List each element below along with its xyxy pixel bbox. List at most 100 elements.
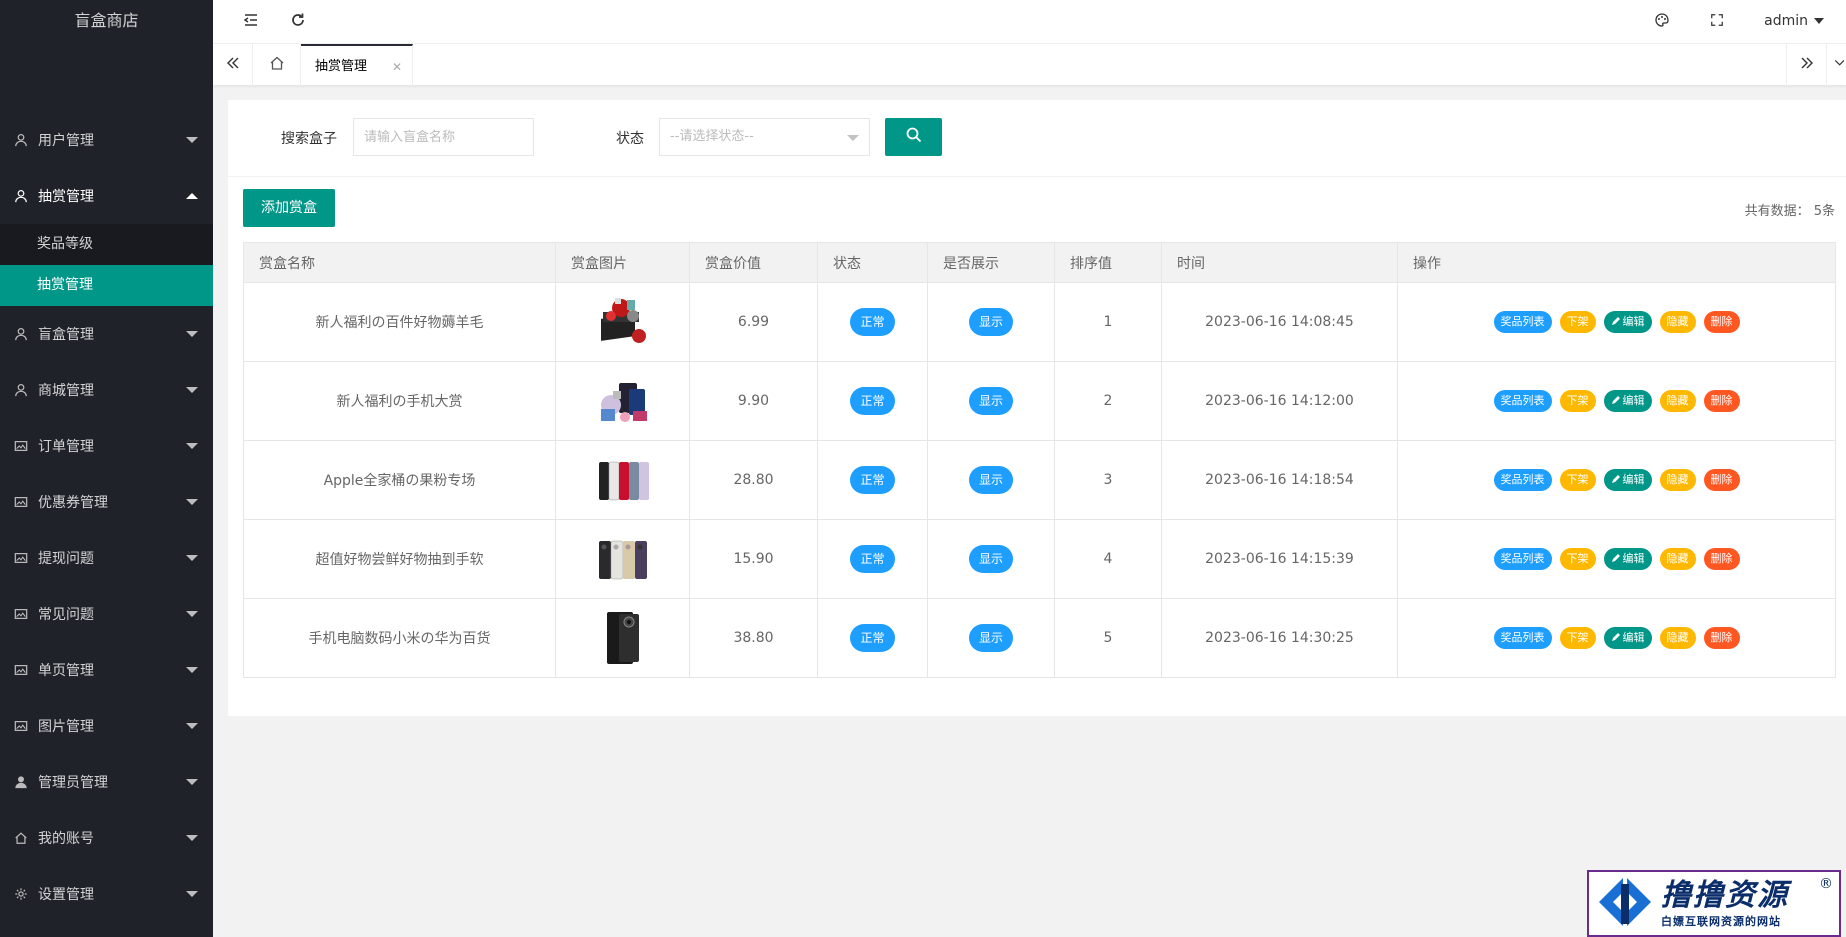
column-header[interactable]: 状态	[817, 242, 928, 283]
column-header[interactable]: 赏盒图片	[555, 242, 690, 283]
show-badge[interactable]: 显示	[968, 545, 1013, 573]
search-box-input[interactable]	[353, 118, 534, 156]
column-header[interactable]: 赏盒价值	[689, 242, 818, 283]
pencil-icon	[1611, 633, 1620, 641]
column-header[interactable]: 操作	[1397, 242, 1836, 283]
offline-button[interactable]: 下架	[1559, 390, 1596, 412]
watermark-emblem-icon	[1595, 874, 1655, 934]
edit-button[interactable]: 编辑	[1603, 627, 1652, 649]
tabs-menu-button[interactable]	[1826, 44, 1846, 86]
sidebar-item-coupons[interactable]: 优惠券管理	[0, 474, 213, 530]
show-badge[interactable]: 显示	[968, 387, 1013, 415]
user-menu[interactable]: admin	[1764, 0, 1824, 44]
show-badge[interactable]: 显示	[968, 308, 1013, 336]
fullscreen-button[interactable]	[1695, 0, 1739, 44]
tabs-scroll-right-button[interactable]	[1786, 44, 1826, 86]
delete-button[interactable]: 删除	[1703, 548, 1740, 570]
user-icon	[13, 132, 29, 148]
sidebar-item-images[interactable]: 图片管理	[0, 698, 213, 754]
column-header[interactable]: 是否展示	[927, 242, 1055, 283]
menu-toggle-button[interactable]	[229, 0, 273, 44]
sidebar-item-admins[interactable]: 管理员管理	[0, 754, 213, 810]
refresh-button[interactable]	[276, 0, 320, 44]
iphones-dark-thumbnail[interactable]	[593, 529, 653, 589]
user-icon	[13, 188, 29, 204]
status-badge[interactable]: 正常	[850, 545, 895, 573]
sidebar-item-orders[interactable]: 订单管理	[0, 418, 213, 474]
prize-list-button[interactable]: 奖品列表	[1493, 390, 1552, 412]
table-row: 手机电脑数码小米の华为百货 38.80 正常 显示 5 2023-06-16 1…	[243, 598, 1836, 678]
delete-button[interactable]: 删除	[1703, 469, 1740, 491]
status-badge[interactable]: 正常	[850, 387, 895, 415]
offline-button[interactable]: 下架	[1559, 627, 1596, 649]
prize-list-button[interactable]: 奖品列表	[1493, 311, 1552, 333]
edit-button[interactable]: 编辑	[1603, 390, 1652, 412]
hide-button[interactable]: 隐藏	[1659, 311, 1696, 333]
delete-button[interactable]: 删除	[1703, 311, 1740, 333]
indent-icon	[243, 12, 259, 32]
add-box-button[interactable]: 添加赏盒	[243, 189, 335, 227]
user-name: admin	[1764, 13, 1808, 29]
show-badge[interactable]: 显示	[968, 466, 1013, 494]
delete-button[interactable]: 删除	[1703, 390, 1740, 412]
person-icon	[13, 774, 29, 790]
app-logo[interactable]: 盲盒商店	[0, 0, 213, 42]
fold-phone-thumbnail[interactable]	[593, 608, 653, 668]
column-header[interactable]: 赏盒名称	[243, 242, 556, 283]
edit-button[interactable]: 编辑	[1603, 469, 1652, 491]
hide-button[interactable]: 隐藏	[1659, 390, 1696, 412]
box-price: 6.99	[689, 282, 818, 362]
prize-list-button[interactable]: 奖品列表	[1493, 548, 1552, 570]
status-badge[interactable]: 正常	[850, 624, 895, 652]
sidebar-item-users[interactable]: 用户管理	[0, 112, 213, 168]
offline-button[interactable]: 下架	[1559, 469, 1596, 491]
hide-button[interactable]: 隐藏	[1659, 469, 1696, 491]
edit-button[interactable]: 编辑	[1603, 311, 1652, 333]
sidebar-item-lottery[interactable]: 抽赏管理	[0, 168, 213, 224]
user-icon	[13, 326, 29, 342]
tab-lottery-manage[interactable]: 抽赏管理 ✕	[301, 44, 413, 86]
sidebar-item-label: 抽赏管理	[38, 189, 94, 205]
edit-label: 编辑	[1622, 394, 1645, 407]
gadgets-thumbnail[interactable]	[593, 371, 653, 431]
tabs-scroll-left-button[interactable]	[213, 44, 253, 86]
sidebar-item-label: 单页管理	[38, 663, 94, 679]
sidebar-item-pages[interactable]: 单页管理	[0, 642, 213, 698]
sidebar-item-blindbox[interactable]: 盲盒管理	[0, 306, 213, 362]
theme-button[interactable]	[1640, 0, 1684, 44]
image-icon	[13, 550, 29, 566]
sidebar-item-faq[interactable]: 常见问题	[0, 586, 213, 642]
home-tab-button[interactable]	[253, 44, 301, 86]
hide-button[interactable]: 隐藏	[1659, 627, 1696, 649]
sidebar-item-withdraw[interactable]: 提现问题	[0, 530, 213, 586]
image-icon	[13, 662, 29, 678]
close-icon[interactable]: ✕	[392, 46, 402, 88]
prize-list-button[interactable]: 奖品列表	[1493, 627, 1552, 649]
sidebar-item-settings[interactable]: 设置管理	[0, 866, 213, 922]
sidebar-item-mall[interactable]: 商城管理	[0, 362, 213, 418]
sort-value: 3	[1054, 440, 1162, 520]
pencil-icon	[1611, 317, 1620, 325]
sidebar-subitem-prize-level[interactable]: 奖品等级	[0, 224, 213, 265]
delete-button[interactable]: 删除	[1703, 627, 1740, 649]
sidebar-subitem-lottery-manage[interactable]: 抽赏管理	[0, 265, 213, 306]
status-badge[interactable]: 正常	[850, 308, 895, 336]
box-price: 38.80	[689, 598, 818, 678]
gift-box-thumbnail[interactable]	[593, 292, 653, 352]
sidebar-item-label: 订单管理	[38, 439, 94, 455]
iphones-thumbnail[interactable]	[593, 450, 653, 510]
show-cell: 显示	[927, 519, 1055, 599]
show-badge[interactable]: 显示	[968, 624, 1013, 652]
column-header[interactable]: 时间	[1161, 242, 1398, 283]
search-button[interactable]	[885, 118, 942, 156]
status-badge[interactable]: 正常	[850, 466, 895, 494]
sidebar-item-account[interactable]: 我的账号	[0, 810, 213, 866]
hide-button[interactable]: 隐藏	[1659, 548, 1696, 570]
offline-button[interactable]: 下架	[1559, 548, 1596, 570]
top-header: admin	[213, 0, 1846, 44]
status-select[interactable]: --请选择状态--	[659, 118, 870, 156]
prize-list-button[interactable]: 奖品列表	[1493, 469, 1552, 491]
offline-button[interactable]: 下架	[1559, 311, 1596, 333]
edit-button[interactable]: 编辑	[1603, 548, 1652, 570]
column-header[interactable]: 排序值	[1054, 242, 1162, 283]
